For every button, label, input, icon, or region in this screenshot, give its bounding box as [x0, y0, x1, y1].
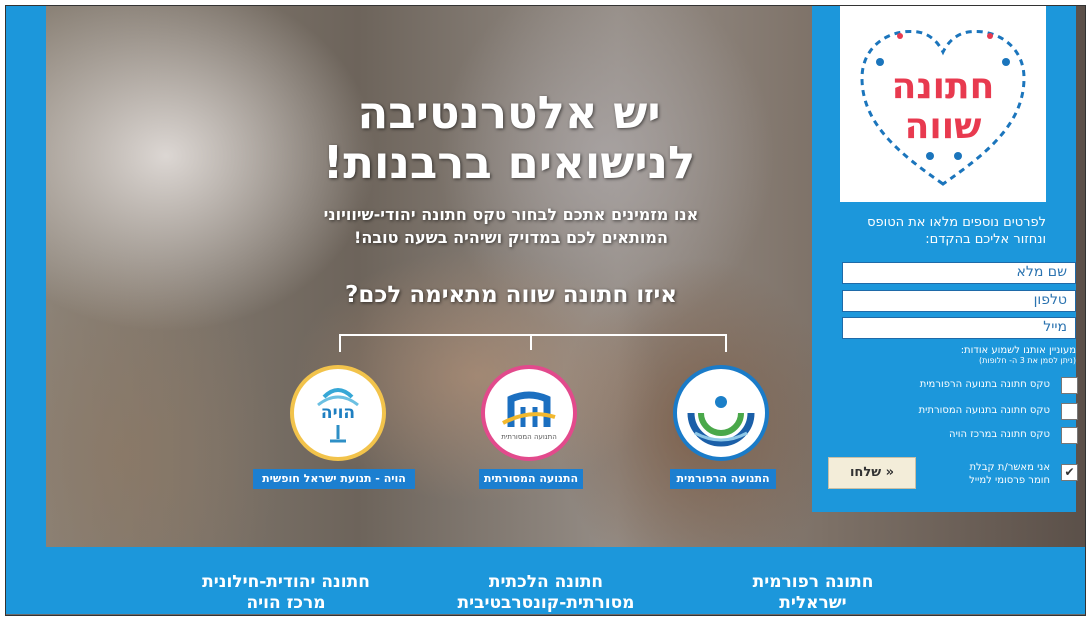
masorti-logo-icon — [502, 391, 556, 427]
logo-line1: חתונה — [892, 66, 995, 107]
connector-bracket-mid — [530, 334, 532, 350]
heart-logo-icon: חתונה שווה — [860, 29, 1026, 186]
hero-title-line2: לנישואים ברבנות! — [322, 136, 696, 189]
option-havaya-label: טקס חתונה במרכז הויה — [949, 429, 1050, 440]
option-masorti-checkbox[interactable] — [1061, 403, 1078, 420]
hero-title-line1: יש אלטרנטיבה — [357, 86, 661, 139]
form-intro: לפרטים נוספים מלאו את הטופס ונחזור אליכם… — [867, 215, 1046, 247]
consent-label: אני מאשר/ת קבלת חומר פרסומי למייל — [969, 462, 1050, 486]
hero-question: איזו חתונה שווה מתאימה לכם? — [345, 282, 677, 308]
bottom-link-reform[interactable]: חתונה רפורמית ישראלית — [704, 572, 922, 614]
bottom-link-havaya[interactable]: חתונה יהודית-חילונית מרכז הויה — [166, 572, 406, 614]
bottom-link-reform-line1: חתונה רפורמית — [752, 572, 874, 592]
option-havaya-checkbox[interactable] — [1061, 427, 1078, 444]
option-reform-checkbox[interactable] — [1061, 377, 1078, 394]
bottom-link-havaya-line2: מרכז הויה — [246, 593, 326, 613]
label-masorti[interactable]: התנועה המסורתית — [479, 469, 583, 489]
name-field[interactable]: שם מלא — [842, 262, 1076, 284]
label-reform[interactable]: התנועה הרפורמית — [670, 469, 776, 489]
hero-subtitle: אנו מזמינים אתכם לבחור טקס חתונה יהודי-ש… — [266, 203, 756, 249]
option-masorti[interactable]: טקס חתונה בתנועה המסורתית — [842, 403, 1078, 421]
bottom-link-reform-line2: ישראלית — [779, 593, 847, 613]
option-reform-label: טקס חתונה בתנועה הרפורמית — [919, 379, 1050, 390]
consent-checkbox[interactable]: ✔ — [1061, 464, 1078, 481]
bottom-link-masorti[interactable]: חתונה הלכתית מסורתית-קונסרבטיבית — [424, 572, 668, 614]
phone-field[interactable]: טלפון — [842, 290, 1076, 312]
masorti-movement-logo[interactable]: התנועה המסורתית — [481, 365, 577, 461]
logo-line2: שווה — [905, 106, 982, 147]
hero-subtitle-line1: אנו מזמינים אתכם לבחור טקס חתונה יהודי-ש… — [323, 205, 699, 224]
bottom-image-strip — [6, 614, 1085, 615]
bottom-link-masorti-line2: מסורתית-קונסרבטיבית — [457, 593, 635, 613]
reform-movement-logo[interactable] — [673, 365, 769, 461]
connector-bracket — [339, 334, 727, 352]
page-frame: יש אלטרנטיבה לנישואים ברבנות! אנו מזמיני… — [5, 5, 1086, 616]
havaya-logo[interactable]: הויה — [290, 365, 386, 461]
option-reform[interactable]: טקס חתונה בתנועה הרפורמית — [842, 377, 1078, 395]
hero-subtitle-line2: המותאים לכם במדויק ושיהיה בשעה טובה! — [354, 228, 668, 247]
brand-logo: חתונה שווה — [840, 6, 1046, 202]
contact-sidebar: חתונה שווה לפרטים נוספים מלאו את הטופס ו… — [812, 6, 1078, 512]
interest-label: מעוניין אותנו לשמוע אודות: (ניתן לסמן את… — [842, 345, 1076, 365]
interest-hint: (ניתן לסמן את 3 ה- חלופות) — [979, 356, 1076, 365]
hero-section: יש אלטרנטיבה לנישואים ברבנות! אנו מזמיני… — [46, 6, 1085, 547]
reform-logo-icon — [687, 396, 755, 447]
bottom-link-masorti-line1: חתונה הלכתית — [488, 572, 604, 592]
submit-button[interactable]: שלחו » — [828, 457, 916, 489]
bottom-link-havaya-line1: חתונה יהודית-חילונית — [202, 572, 370, 592]
option-havaya[interactable]: טקס חתונה במרכז הויה — [842, 427, 1078, 445]
masorti-logo-caption: התנועה המסורתית — [501, 433, 557, 441]
hero-title: יש אלטרנטיבה לנישואים ברבנות! — [274, 88, 744, 188]
email-field[interactable]: מייל — [842, 317, 1076, 339]
interest-label-text: מעוניין אותנו לשמוע אודות: — [960, 345, 1076, 356]
option-masorti-label: טקס חתונה בתנועה המסורתית — [918, 405, 1050, 416]
havaya-logo-text: הויה — [320, 403, 356, 423]
label-havaya[interactable]: הויה - תנועת ישראל חופשית — [253, 469, 415, 489]
